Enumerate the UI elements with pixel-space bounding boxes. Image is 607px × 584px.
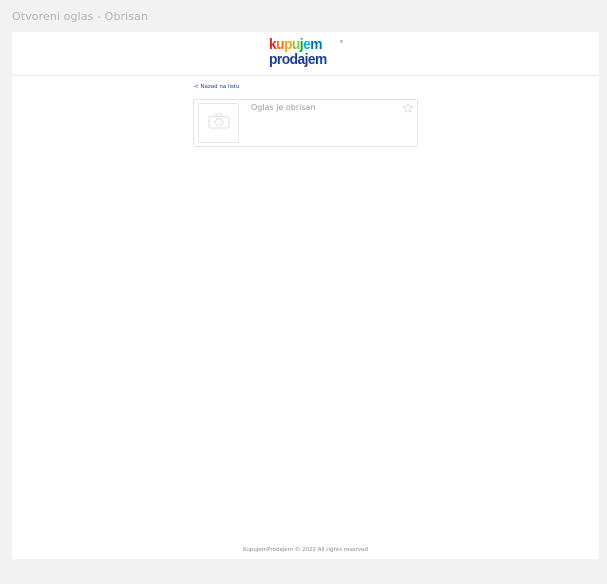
- page-container: kupujem prodajem ® < Nazad na listu Ogla…: [12, 32, 599, 559]
- back-to-list-link[interactable]: < Nazad na listu: [194, 84, 240, 90]
- ad-photo-placeholder: [198, 103, 239, 143]
- logo-word-0: prodajem: [269, 51, 327, 68]
- camera-icon: [207, 112, 230, 134]
- ad-status-text: Oglas je obrisan: [251, 103, 316, 112]
- footer-copyright: KupujemProdajem © 2022 All rights reserv…: [243, 547, 368, 553]
- window-title: Otvoreni oglas - Obrisan: [12, 10, 149, 23]
- ad-card[interactable]: Oglas je obrisan: [193, 99, 418, 147]
- favorite-star-icon[interactable]: [402, 101, 414, 113]
- logo-line-2: prodajem: [269, 51, 337, 68]
- site-header: kupujem prodajem ®: [12, 32, 599, 76]
- registered-mark: ®: [340, 39, 343, 44]
- site-logo[interactable]: kupujem prodajem ®: [269, 37, 343, 70]
- logo-line-1: kupujem: [269, 37, 337, 52]
